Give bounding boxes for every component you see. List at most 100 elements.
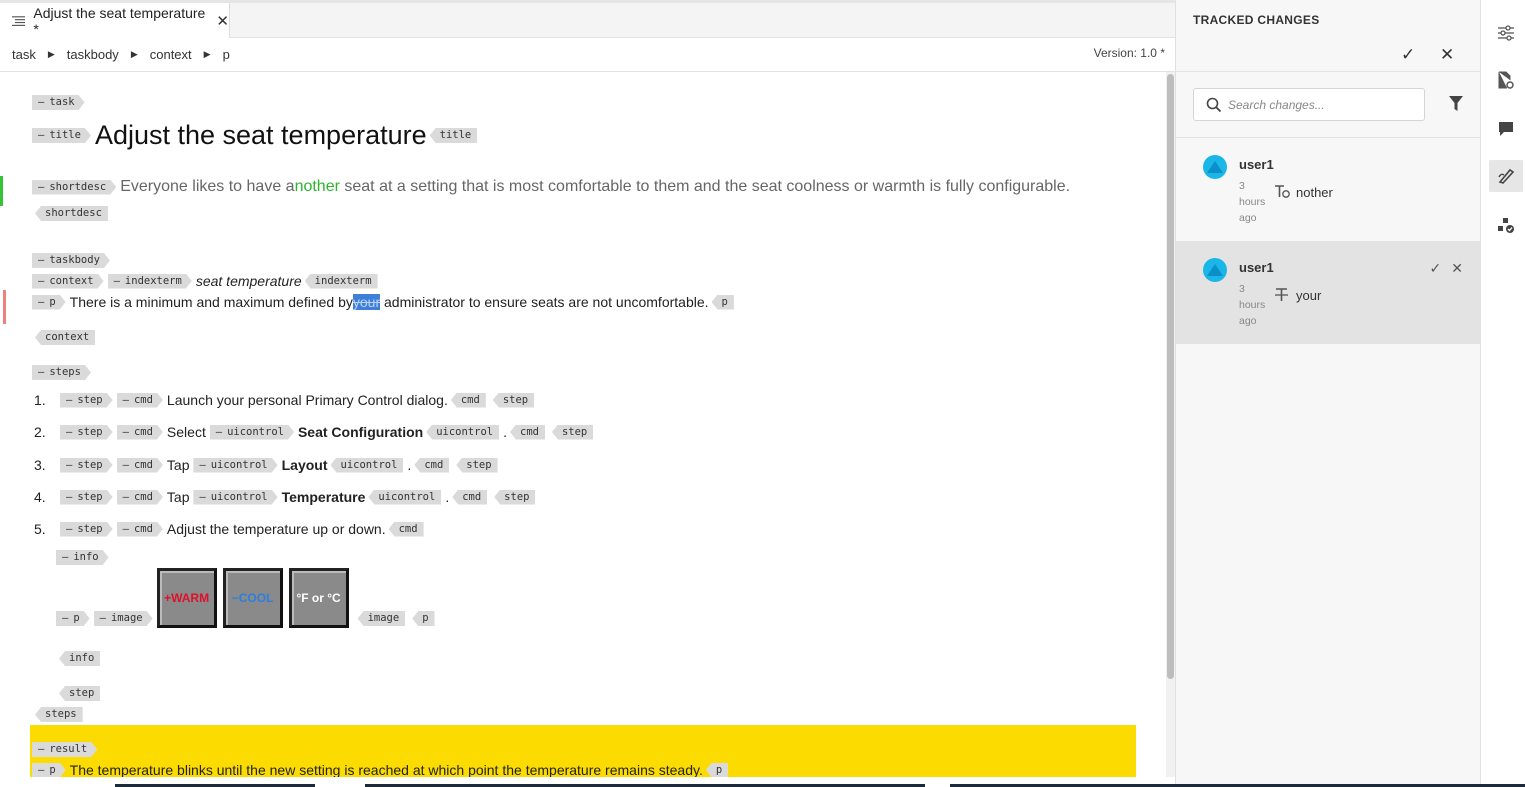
change-item[interactable]: user1 3 hours ago your ✓ ✕	[1176, 241, 1481, 344]
tag-uicontrol-close[interactable]: uicontrol	[330, 457, 404, 473]
tag-p-close[interactable]: p	[711, 294, 734, 310]
breadcrumb-context[interactable]: context	[150, 47, 192, 62]
search-box[interactable]	[1193, 88, 1425, 121]
tag-cmd-close[interactable]: cmd	[510, 424, 545, 440]
insert-text-icon	[1275, 185, 1290, 198]
xml-editor-canvas[interactable]: — task — title Adjust the seat temperature…	[0, 72, 1166, 777]
step-cmd-text: Launch your personal Primary Control dia…	[166, 392, 448, 408]
tag-cmd-open[interactable]: — cmd	[117, 490, 163, 505]
breadcrumb-bar: task ▶ taskbody ▶ context ▶ p Version: 1…	[0, 38, 1175, 72]
editor-scrollbar[interactable]	[1166, 72, 1175, 777]
accept-all-icon[interactable]: ✓	[1401, 45, 1415, 65]
tag-steps-close[interactable]: steps	[35, 707, 83, 722]
tag-p-open[interactable]: — p	[56, 611, 90, 626]
breadcrumb-taskbody[interactable]: taskbody	[67, 47, 119, 62]
change-time: 3 hours ago	[1239, 283, 1266, 327]
tag-cmd-close[interactable]: cmd	[388, 521, 424, 537]
tag-step-close[interactable]: step	[59, 686, 101, 701]
accept-change-icon[interactable]: ✓	[1430, 260, 1442, 276]
change-item[interactable]: user1 3 hours ago nother	[1176, 138, 1481, 241]
tag-uicontrol-open[interactable]: — uicontrol	[193, 490, 277, 505]
step-cmd-text: Tap	[166, 489, 194, 505]
step-number: 2.	[34, 424, 46, 440]
file-gear-icon	[1498, 71, 1514, 89]
tag-uicontrol-close[interactable]: uicontrol	[426, 424, 500, 440]
tag-taskbody-open[interactable]: — taskbody	[32, 253, 110, 268]
comment-icon	[1499, 122, 1513, 136]
tag-cmd-close[interactable]: cmd	[452, 489, 488, 505]
insert-change-bar	[0, 176, 3, 206]
tag-cmd-close[interactable]: cmd	[414, 457, 450, 473]
delete-text-icon	[1275, 288, 1288, 301]
tag-step-open[interactable]: — step	[60, 522, 113, 537]
breadcrumb-separator-icon: ▶	[47, 49, 55, 59]
warm-button-image[interactable]: +WARM	[156, 568, 217, 628]
tag-steps-open[interactable]: — steps	[32, 365, 91, 380]
tag-context-close[interactable]: context	[35, 330, 96, 345]
search-changes-input[interactable]	[1228, 97, 1413, 112]
tag-cmd-open[interactable]: — cmd	[117, 522, 163, 537]
document-tab[interactable]: Adjust the seat temperature * ✕	[0, 3, 230, 38]
tag-step-open[interactable]: — step	[60, 393, 113, 408]
tag-indexterm-open[interactable]: — indexterm	[108, 274, 192, 289]
tag-p-open[interactable]: — p	[32, 295, 66, 310]
step-row: 1. — step — cmd Launch your personal Prima…	[34, 392, 538, 408]
tag-step-close[interactable]: step	[492, 392, 535, 408]
step-punctuation: .	[407, 457, 412, 473]
rail-settings-button[interactable]	[1489, 17, 1523, 49]
tag-info-close[interactable]: info	[59, 651, 101, 666]
tag-p-open[interactable]: — p	[32, 763, 66, 778]
reject-all-icon[interactable]: ✕	[1440, 45, 1454, 65]
right-toolbar	[1480, 0, 1525, 787]
rail-file-properties-button[interactable]	[1489, 64, 1523, 96]
tag-shortdesc-close[interactable]: shortdesc	[35, 206, 108, 221]
tag-p-close[interactable]: p	[705, 762, 729, 777]
rail-track-changes-button[interactable]	[1489, 160, 1523, 192]
tag-context-open[interactable]: — context	[32, 274, 104, 289]
tag-title-open[interactable]: — title	[32, 128, 91, 143]
tag-step-close[interactable]: step	[494, 489, 536, 505]
tag-title-close[interactable]: title	[429, 128, 478, 143]
tag-image-close[interactable]: image	[357, 611, 406, 626]
scrollbar-thumb[interactable]	[1167, 74, 1174, 679]
breadcrumb-separator-icon: ▶	[203, 49, 211, 59]
tag-step-close[interactable]: step	[456, 457, 498, 473]
tag-step-open[interactable]: — step	[60, 490, 113, 505]
breadcrumb-p[interactable]: p	[223, 47, 230, 62]
cool-button-image[interactable]: −COOL	[222, 568, 283, 628]
tag-uicontrol-close[interactable]: uicontrol	[368, 489, 442, 505]
tag-task-open[interactable]: — task	[32, 95, 85, 110]
change-user: user1	[1239, 260, 1274, 275]
tag-step-open[interactable]: — step	[60, 458, 113, 473]
step-punctuation: .	[503, 424, 507, 440]
tag-uicontrol-open[interactable]: — uicontrol	[193, 458, 277, 473]
step-row: 5. — step — cmd Adjust the temperature up …	[34, 521, 428, 537]
tag-info-open[interactable]: — info	[56, 550, 109, 565]
review-workflow-icon	[1498, 218, 1514, 233]
change-text: nother	[1296, 185, 1333, 200]
filter-icon[interactable]	[1449, 96, 1463, 112]
breadcrumb-task[interactable]: task	[12, 47, 36, 62]
rail-comments-button[interactable]	[1489, 113, 1523, 145]
step-punctuation: .	[445, 489, 450, 505]
tag-step-close[interactable]: step	[551, 424, 594, 440]
tag-image-open[interactable]: — image	[94, 611, 153, 626]
units-button-image[interactable]: °F or °C	[288, 568, 349, 628]
close-tab-icon[interactable]: ✕	[216, 12, 229, 30]
tag-shortdesc-open[interactable]: — shortdesc	[32, 180, 116, 195]
tag-result-open[interactable]: — result	[32, 742, 97, 757]
panel-title: TRACKED CHANGES	[1193, 13, 1320, 27]
tag-step-open[interactable]: — step	[60, 425, 113, 440]
panel-actions: ✓ ✕	[1176, 38, 1481, 72]
step-row: 4. — step — cmd Tap — uicontrol Temperature…	[34, 489, 539, 505]
tag-cmd-open[interactable]: — cmd	[117, 458, 163, 473]
tag-indexterm-close[interactable]: indexterm	[304, 273, 378, 289]
tag-cmd-close[interactable]: cmd	[450, 392, 486, 408]
rail-review-button[interactable]	[1489, 209, 1523, 241]
shortdesc-text: Everyone likes to have another seat at a…	[120, 178, 1071, 195]
tag-cmd-open[interactable]: — cmd	[117, 425, 163, 440]
tag-p-close[interactable]: p	[412, 611, 435, 626]
reject-change-icon[interactable]: ✕	[1451, 260, 1463, 276]
tag-cmd-open[interactable]: — cmd	[117, 393, 163, 408]
tag-uicontrol-open[interactable]: — uicontrol	[210, 425, 294, 440]
